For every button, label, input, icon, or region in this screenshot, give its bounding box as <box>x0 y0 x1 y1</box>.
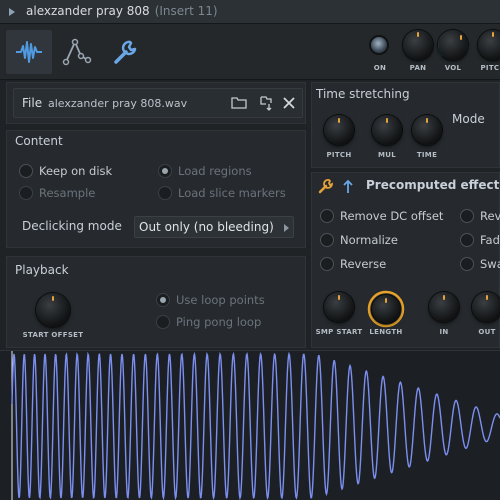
on-led <box>371 37 387 53</box>
envelope-icon <box>62 38 92 66</box>
length-label: LENGTH <box>369 328 403 336</box>
length-knob[interactable] <box>372 295 400 323</box>
keep-on-disk-radio <box>19 164 33 178</box>
remove-file-button[interactable] <box>278 92 300 114</box>
vol-knob-dial <box>438 30 468 60</box>
tab-misc[interactable] <box>102 30 148 74</box>
start-offset-knob[interactable] <box>36 293 70 327</box>
reverse-polarity-label: Reve <box>480 209 500 223</box>
smp-start-knob[interactable] <box>324 292 354 322</box>
ping-pong-loop-radio <box>156 315 170 329</box>
pan-knob-dial <box>403 30 433 60</box>
vol-label: VOL <box>444 64 462 72</box>
precomputed-title: Precomputed effects <box>366 178 500 192</box>
title-bar: alexzander pray 808 (Insert 11) <box>0 0 500 24</box>
waveform-display <box>11 351 500 500</box>
open-file-button[interactable] <box>228 92 250 114</box>
use-loop-points-radio <box>156 293 170 307</box>
normalize-radio <box>320 233 334 247</box>
toolbar: ON PAN VOL PITCH <box>0 24 500 80</box>
content-title: Content <box>15 134 63 148</box>
load-slice-markers-label: Load slice markers <box>178 186 286 200</box>
reverse-polarity-radio <box>460 209 474 223</box>
title-arrow-icon[interactable] <box>9 8 15 16</box>
ts-pitch-label: PITCH <box>326 151 352 159</box>
use-loop-points-label: Use loop points <box>176 293 265 307</box>
arrow-up-icon[interactable] <box>342 178 354 194</box>
pitch-knob-dial <box>478 30 500 60</box>
window-title: alexzander pray 808 (Insert 11) <box>26 4 218 18</box>
fade-label: Fade <box>480 233 500 247</box>
ts-mul-knob[interactable] <box>372 115 402 145</box>
resample-label: Resample <box>39 186 96 200</box>
pitch-knob[interactable]: PITCH <box>471 30 500 78</box>
normalize-label: Normalize <box>340 233 398 247</box>
reverse-label: Reverse <box>340 257 387 271</box>
time-stretching-title: Time stretching <box>316 87 410 101</box>
file-row: File alexzander pray 808.wav <box>13 88 303 118</box>
file-name[interactable]: alexzander pray 808.wav <box>48 97 187 110</box>
wrench-icon <box>114 40 137 64</box>
close-icon <box>283 97 295 109</box>
file-label: File <box>22 96 43 110</box>
load-slice-markers-radio <box>158 186 172 200</box>
start-offset-label: START OFFSET <box>22 331 84 339</box>
mode-label: Mode <box>452 112 485 126</box>
ts-pitch-knob[interactable] <box>324 115 354 145</box>
ping-pong-loop-label: Ping pong loop <box>176 315 262 329</box>
smp-start-label: SMP START <box>315 328 363 336</box>
vol-knob[interactable]: VOL <box>431 30 475 78</box>
swap-stereo-radio <box>460 257 474 271</box>
swap-stereo-label: Swa <box>480 257 500 271</box>
fade-radio <box>460 233 474 247</box>
resample-radio <box>19 186 33 200</box>
channel-name: alexzander pray 808 <box>26 4 150 18</box>
ts-mul-label: MUL <box>377 151 396 159</box>
tab-envelope[interactable] <box>54 30 100 74</box>
remove-dc-offset-radio <box>320 209 334 223</box>
load-regions-label: Load regions <box>178 164 252 178</box>
load-regions-radio <box>158 164 172 178</box>
declicking-label: Declicking mode <box>22 219 122 233</box>
wrench-icon[interactable] <box>318 178 334 194</box>
playback-title: Playback <box>15 263 69 277</box>
fade-out-knob[interactable] <box>472 292 500 322</box>
insert-label: (Insert 11) <box>154 4 218 18</box>
chevron-right-icon <box>284 224 289 232</box>
folder-arrow-icon <box>260 96 272 111</box>
declicking-mode-select[interactable]: Out only (no bleeding) <box>134 216 294 238</box>
fade-in-label: IN <box>439 328 449 336</box>
tab-sample-settings[interactable] <box>6 30 52 74</box>
declicking-mode-value: Out only (no bleeding) <box>139 220 274 234</box>
remove-dc-offset-label: Remove DC offset <box>340 209 444 223</box>
ts-time-label: TIME <box>416 151 438 159</box>
browse-file-button[interactable] <box>256 92 278 114</box>
waveform-line <box>11 351 500 500</box>
reverse-radio <box>320 257 334 271</box>
pitch-label: PITCH <box>480 64 500 72</box>
keep-on-disk-label: Keep on disk <box>39 164 113 178</box>
folder-icon <box>231 97 247 109</box>
fade-in-knob[interactable] <box>429 292 459 322</box>
fade-out-label: OUT <box>478 328 496 336</box>
ts-time-knob[interactable] <box>412 115 442 145</box>
waveform-view[interactable] <box>0 350 500 500</box>
waveform-icon <box>16 41 42 63</box>
